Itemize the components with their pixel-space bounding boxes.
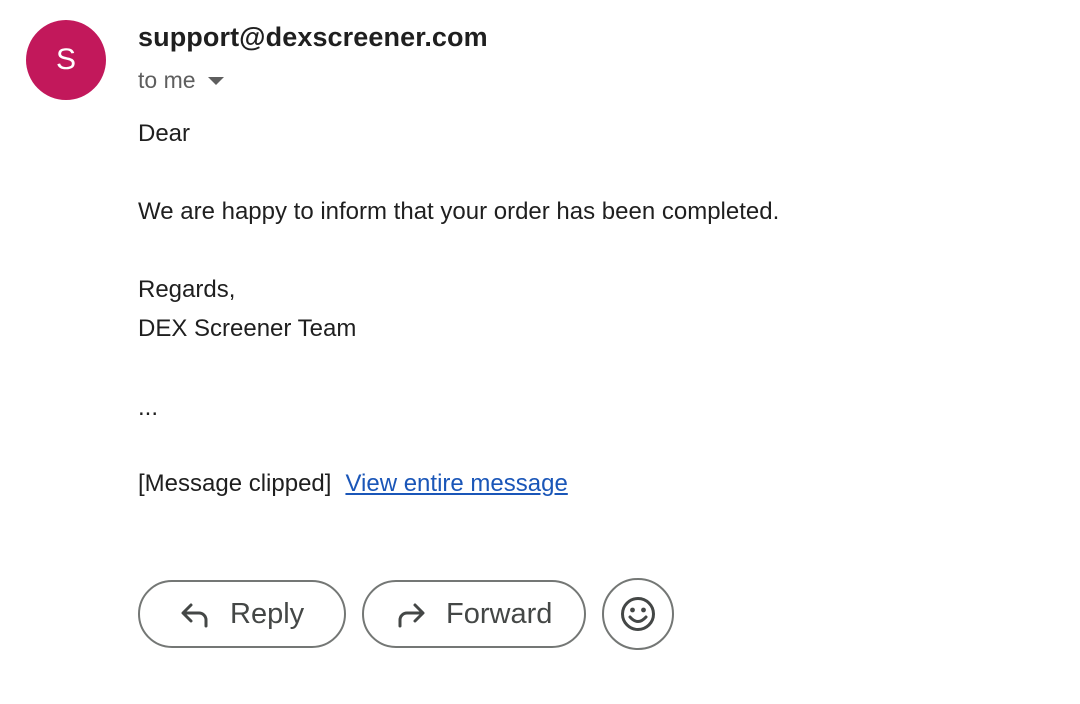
trimmed-content-ellipsis[interactable]: ... [138,394,158,422]
sender-email[interactable]: support@dexscreener.com [138,22,488,53]
view-entire-message-link[interactable]: View entire message [345,470,567,498]
reply-arrow-icon [178,597,212,631]
chevron-down-icon[interactable] [207,77,224,85]
clipped-label: [Message clipped] [138,470,332,497]
signature: DEX Screener Team [138,315,357,342]
recipient-label: to me [138,66,196,93]
forward-button[interactable]: Forward [362,580,586,648]
avatar-letter: S [55,43,76,76]
message-actions: Reply Forward [138,578,674,650]
forward-label: Forward [446,597,553,630]
forward-arrow-icon [394,597,428,631]
reply-button[interactable]: Reply [138,580,346,648]
recipient-details-toggle[interactable]: to me [138,66,224,94]
emoji-reaction-button[interactable] [602,578,674,650]
message-body: We are happy to inform that your order h… [138,198,780,225]
email-message-view: S support@dexscreener.com to me Dear We … [0,0,1080,704]
closing: Regards, [138,276,236,303]
greeting: Dear [138,120,191,147]
sender-avatar[interactable]: S [26,20,106,100]
reply-label: Reply [230,597,305,630]
smiley-face-icon [621,597,655,631]
message-clipped-notice: [Message clipped] View entire message [138,470,568,498]
